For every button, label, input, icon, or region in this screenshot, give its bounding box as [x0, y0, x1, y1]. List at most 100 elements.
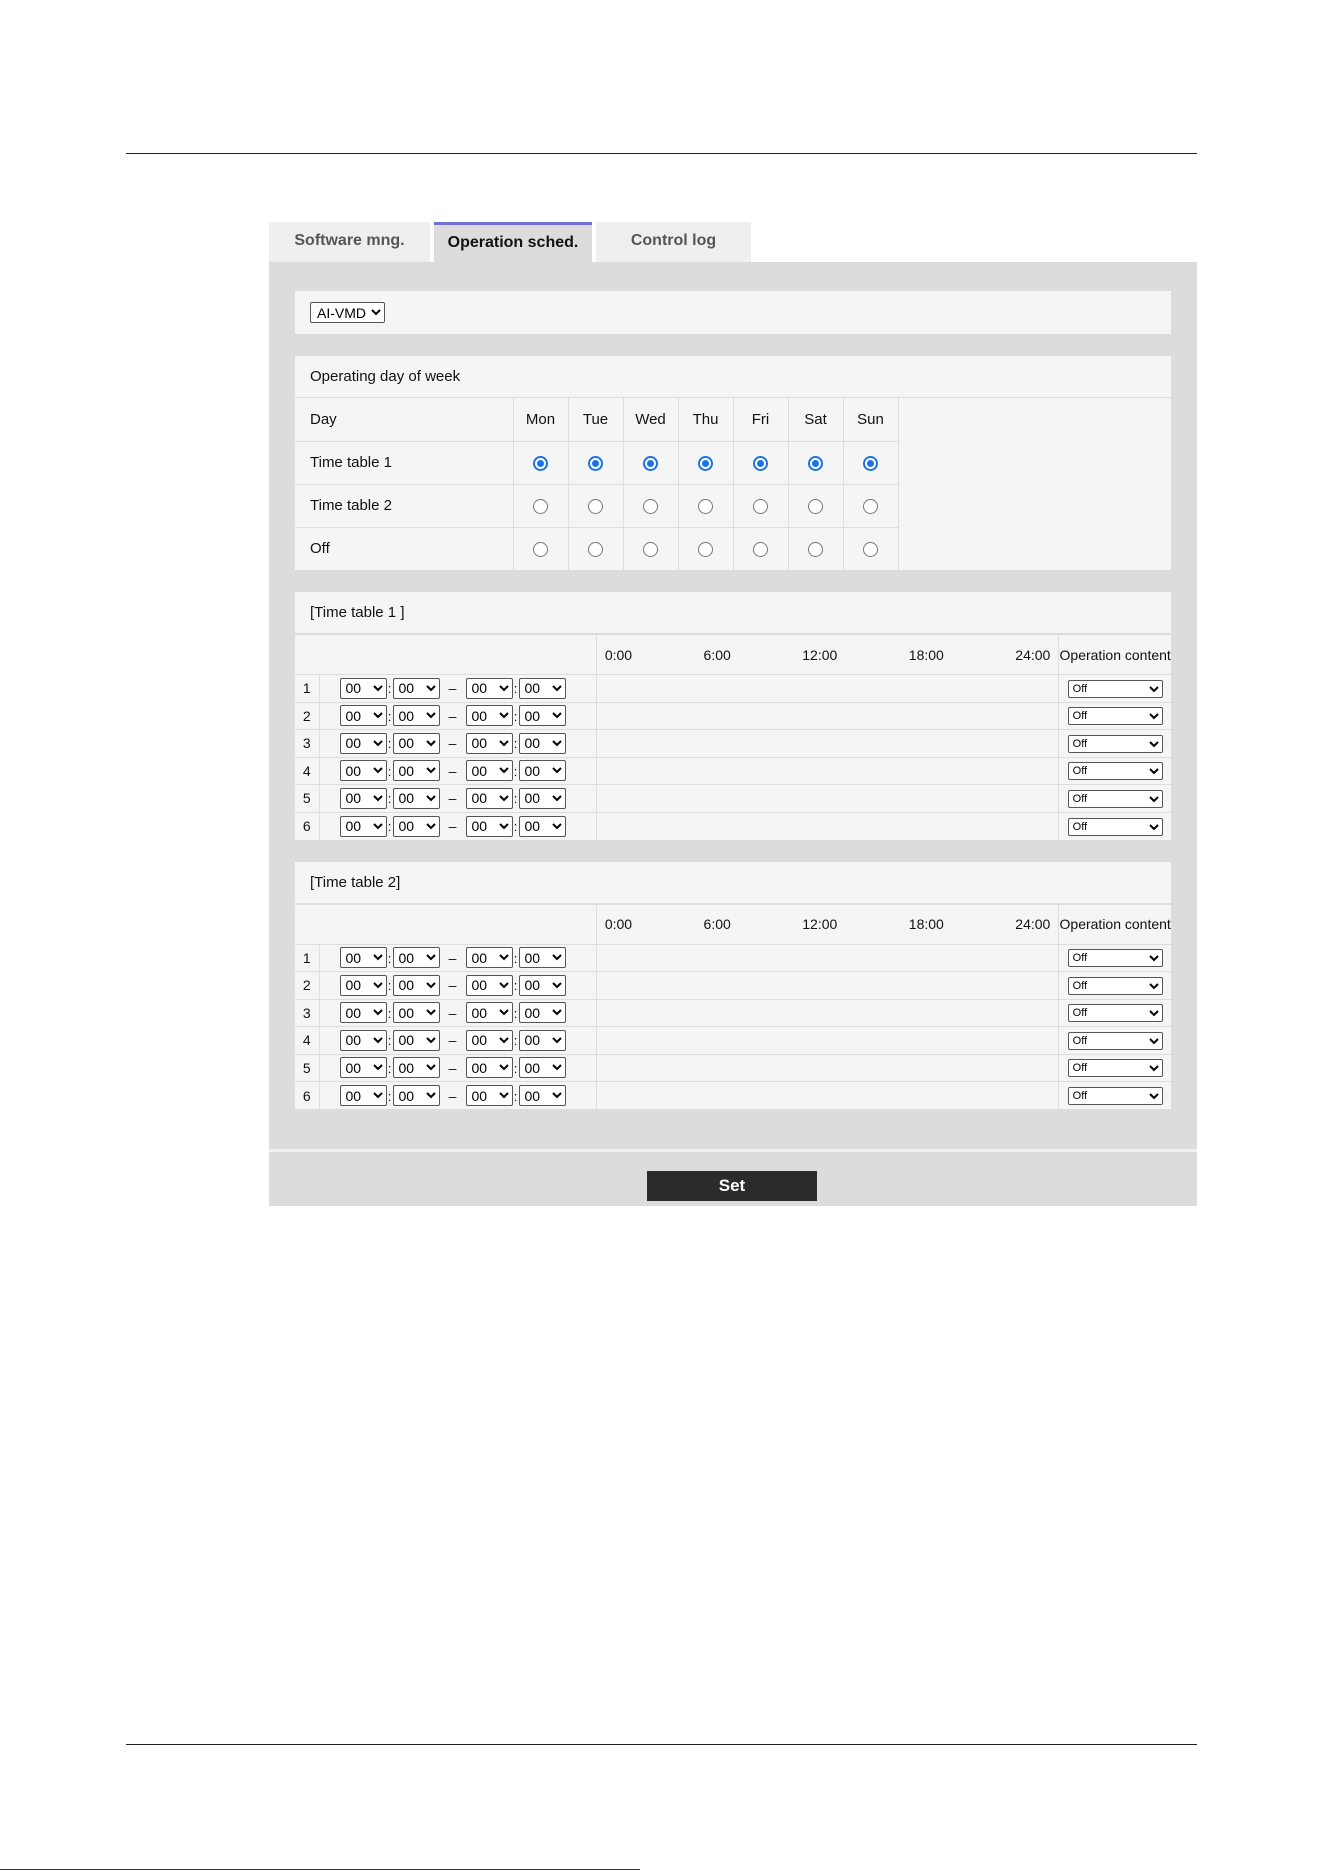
start-hour-select[interactable]: 00 — [339, 974, 387, 996]
start-minute-select[interactable]: 00 — [392, 705, 440, 727]
operation-content-select[interactable]: Off — [1067, 1031, 1163, 1050]
radio-mon[interactable] — [533, 498, 548, 514]
operation-content-select[interactable]: Off — [1067, 817, 1163, 836]
end-hour-select[interactable]: 00 — [465, 974, 513, 996]
end-minute-select[interactable]: 00 — [518, 974, 566, 996]
start-hour-select[interactable]: 00 — [339, 760, 387, 782]
end-minute-select[interactable]: 00 — [518, 787, 566, 809]
operation-content-select[interactable]: Off — [1067, 976, 1163, 995]
set-button[interactable]: Set — [647, 1171, 817, 1201]
operation-content-select[interactable]: Off — [1067, 734, 1163, 753]
radio-sat[interactable] — [808, 541, 823, 557]
radio-mon[interactable] — [533, 455, 548, 471]
operation-content-select[interactable]: Off — [1067, 679, 1163, 698]
timeline-bar — [596, 998, 1060, 1027]
row-number: 3 — [295, 998, 320, 1027]
radio-sat[interactable] — [808, 498, 823, 514]
operation-content-select[interactable]: Off — [1067, 762, 1163, 781]
end-hour-select[interactable]: 00 — [465, 947, 513, 969]
week-panel-title: Operating day of week — [295, 356, 1171, 398]
start-minute-select[interactable]: 00 — [392, 1002, 440, 1024]
start-hour-select[interactable]: 00 — [339, 1002, 387, 1024]
operation-content-select[interactable]: Off — [1067, 1004, 1163, 1023]
end-minute-select[interactable]: 00 — [518, 760, 566, 782]
end-minute-select[interactable]: 00 — [518, 1085, 566, 1106]
range-dash: – — [448, 818, 457, 834]
operation-content-select[interactable]: Off — [1067, 1059, 1163, 1078]
radio-thu[interactable] — [698, 498, 713, 514]
start-minute-select[interactable]: 00 — [392, 947, 440, 969]
radio-cell — [788, 483, 844, 527]
end-hour-select[interactable]: 00 — [465, 787, 513, 809]
start-hour-select[interactable]: 00 — [339, 1085, 387, 1106]
operation-content-select[interactable]: Off — [1067, 949, 1163, 968]
operation-content-cell: Off — [1058, 729, 1171, 757]
tab-control-log[interactable]: Control log — [596, 222, 751, 262]
radio-tue[interactable] — [588, 498, 603, 514]
end-hour-select[interactable]: 00 — [465, 1029, 513, 1051]
operation-content-select[interactable]: Off — [1067, 789, 1163, 808]
radio-wed[interactable] — [643, 541, 658, 557]
start-hour-select[interactable]: 00 — [339, 1057, 387, 1079]
start-hour-select[interactable]: 00 — [339, 787, 387, 809]
end-hour-select[interactable]: 00 — [465, 1002, 513, 1024]
end-minute-select[interactable]: 00 — [518, 1002, 566, 1024]
start-minute-select[interactable]: 00 — [392, 815, 440, 837]
end-hour-select[interactable]: 00 — [465, 677, 513, 699]
radio-thu[interactable] — [698, 455, 713, 471]
end-minute-select[interactable]: 00 — [518, 1057, 566, 1079]
start-minute-select[interactable]: 00 — [392, 1057, 440, 1079]
range-dash: – — [448, 735, 457, 752]
end-minute-select[interactable]: 00 — [518, 1029, 566, 1051]
radio-wed[interactable] — [643, 455, 658, 471]
start-minute-select[interactable]: 00 — [392, 1085, 440, 1106]
week-row: Time table 1 — [295, 440, 899, 484]
radio-sun[interactable] — [863, 498, 878, 514]
start-minute-select[interactable]: 00 — [392, 677, 440, 699]
tab-operation-sched[interactable]: Operation sched. — [434, 222, 592, 262]
end-hour-select[interactable]: 00 — [465, 1057, 513, 1079]
end-hour-select[interactable]: 00 — [465, 732, 513, 754]
start-minute-select[interactable]: 00 — [392, 974, 440, 996]
end-hour-select[interactable]: 00 — [465, 760, 513, 782]
radio-wed[interactable] — [643, 498, 658, 514]
time-range: 00:00–00:00 — [319, 1026, 597, 1054]
mode-select[interactable]: AI-VMD — [310, 302, 385, 323]
row-number: 6 — [295, 1081, 320, 1109]
start-minute-select[interactable]: 00 — [392, 760, 440, 782]
start-hour-select[interactable]: 00 — [339, 1029, 387, 1051]
week-panel: Operating day of week Day Mon Tue Wed Thu Fri… — [295, 356, 1171, 570]
end-minute-select[interactable]: 00 — [518, 705, 566, 727]
start-minute-select[interactable]: 00 — [392, 732, 440, 754]
timeline-bar — [596, 971, 1060, 999]
end-hour-select[interactable]: 00 — [465, 705, 513, 727]
radio-mon[interactable] — [533, 541, 548, 557]
end-minute-select[interactable]: 00 — [518, 815, 566, 837]
radio-tue[interactable] — [588, 455, 603, 471]
end-hour-select[interactable]: 00 — [465, 1085, 513, 1106]
end-minute-select[interactable]: 00 — [518, 947, 566, 969]
radio-cell — [733, 483, 789, 527]
radio-tue[interactable] — [588, 541, 603, 557]
start-minute-select[interactable]: 00 — [392, 787, 440, 809]
radio-sun[interactable] — [863, 455, 878, 471]
radio-fri[interactable] — [753, 455, 768, 471]
start-minute-select[interactable]: 00 — [392, 1029, 440, 1051]
row-number: 4 — [295, 1026, 320, 1054]
start-hour-select[interactable]: 00 — [339, 732, 387, 754]
tab-software-mng[interactable]: Software mng. — [269, 222, 430, 262]
radio-sat[interactable] — [808, 455, 823, 471]
operation-content-select[interactable]: Off — [1067, 1087, 1163, 1105]
end-minute-select[interactable]: 00 — [518, 677, 566, 699]
start-hour-select[interactable]: 00 — [339, 677, 387, 699]
radio-fri[interactable] — [753, 498, 768, 514]
end-hour-select[interactable]: 00 — [465, 815, 513, 837]
start-hour-select[interactable]: 00 — [339, 947, 387, 969]
radio-thu[interactable] — [698, 541, 713, 557]
radio-fri[interactable] — [753, 541, 768, 557]
radio-sun[interactable] — [863, 541, 878, 557]
start-hour-select[interactable]: 00 — [339, 705, 387, 727]
operation-content-select[interactable]: Off — [1067, 707, 1163, 726]
start-hour-select[interactable]: 00 — [339, 815, 387, 837]
end-minute-select[interactable]: 00 — [518, 732, 566, 754]
